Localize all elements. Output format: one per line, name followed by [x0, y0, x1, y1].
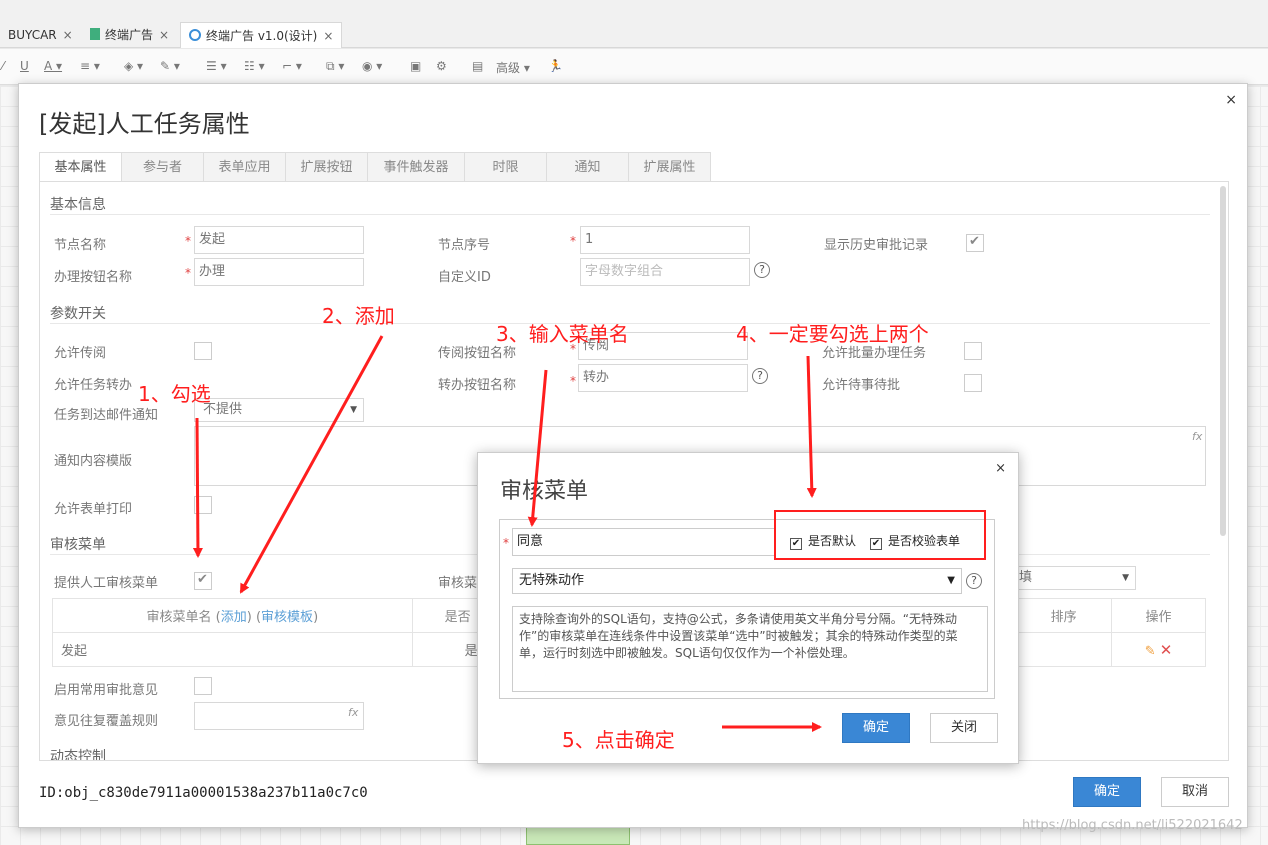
arrow-step2: [239, 335, 384, 594]
annotation-arrows: [192, 335, 822, 732]
arrow-step1: [192, 417, 203, 558]
arrow-step3: [527, 369, 548, 527]
arrow-step4: [806, 355, 817, 498]
watermark: https://blog.csdn.net/li522021642: [1022, 818, 1243, 833]
